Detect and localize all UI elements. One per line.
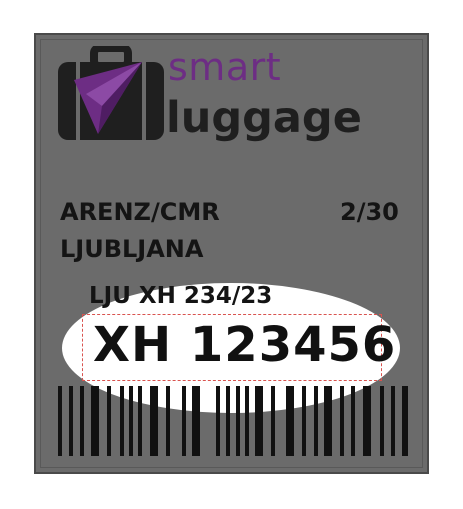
bag-count: 2/30 xyxy=(340,198,399,226)
flight-info: LJU XH 234/23 xyxy=(89,283,273,309)
destination-city: LJUBLJANA xyxy=(60,235,204,263)
passenger-name: ARENZ/CMR xyxy=(60,198,220,226)
brand-name-bottom: luggage xyxy=(166,93,362,143)
brand-name-top: smart xyxy=(168,45,282,89)
suitcase-with-paper-plane-icon xyxy=(58,46,164,140)
tag-number: XH 123456 xyxy=(93,317,397,373)
barcode-icon xyxy=(58,386,408,456)
